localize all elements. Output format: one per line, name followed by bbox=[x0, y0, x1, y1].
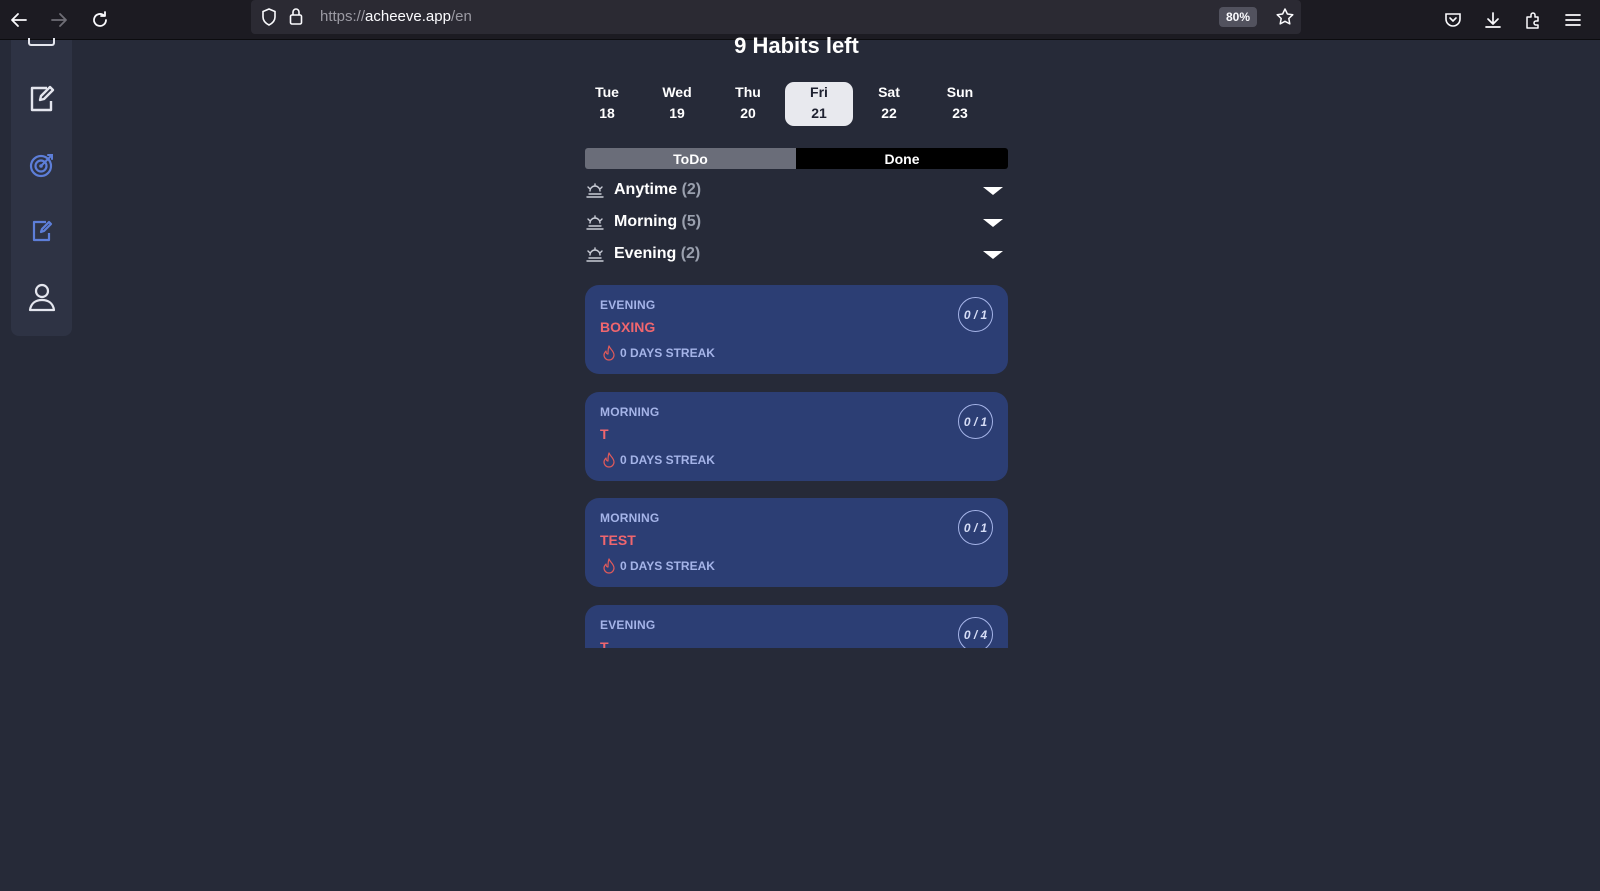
progress-counter[interactable]: 0 / 1 bbox=[958, 297, 993, 332]
sunrise-icon bbox=[586, 215, 604, 230]
pocket-button[interactable] bbox=[1439, 6, 1467, 34]
day-wed[interactable]: Wed 19 bbox=[643, 82, 711, 126]
day-sat[interactable]: Sat 22 bbox=[855, 82, 923, 126]
arrow-left-icon bbox=[11, 13, 27, 27]
page-title: 9 Habits left bbox=[734, 33, 859, 58]
chevron-down-icon bbox=[983, 219, 1003, 227]
flame-icon bbox=[603, 345, 615, 361]
day-thu[interactable]: Thu 20 bbox=[714, 82, 782, 126]
lock-icon bbox=[289, 8, 303, 25]
back-button[interactable] bbox=[5, 6, 33, 34]
sidebar-item-profile[interactable] bbox=[25, 280, 59, 314]
habit-list: EVENING BOXING 0 DAYS STREAK 0 / 1 MORNI… bbox=[585, 285, 1008, 648]
sidebar-item-goals[interactable] bbox=[25, 148, 59, 182]
url-text: https://acheeve.app/en bbox=[320, 8, 472, 25]
sidebar-item-habits[interactable] bbox=[25, 82, 59, 116]
chevron-down-icon bbox=[983, 251, 1003, 259]
progress-counter[interactable]: 0 / 1 bbox=[958, 404, 993, 439]
day-selector: Tue 18 Wed 19 Thu 20 Fri 21 Sat 22 Sun 23 bbox=[573, 82, 996, 126]
streak-info: 0 DAYS STREAK bbox=[602, 344, 715, 362]
address-bar[interactable]: https://acheeve.app/en 80% bbox=[251, 0, 1301, 34]
edit-note-small-icon bbox=[32, 220, 53, 242]
reload-icon bbox=[93, 11, 107, 27]
flame-icon bbox=[603, 558, 615, 574]
chevron-down-icon bbox=[983, 187, 1003, 195]
group-morning[interactable]: Morning (5) bbox=[585, 211, 1008, 235]
habit-card[interactable]: EVENING T 0 / 4 bbox=[585, 605, 1008, 648]
habit-card[interactable]: MORNING T 0 DAYS STREAK 0 / 1 bbox=[585, 392, 1008, 481]
group-evening[interactable]: Evening (2) bbox=[585, 243, 1008, 267]
day-sun[interactable]: Sun 23 bbox=[926, 82, 994, 126]
puzzle-icon bbox=[1526, 12, 1539, 29]
extensions-button[interactable] bbox=[1519, 6, 1547, 34]
sidebar bbox=[11, 38, 72, 336]
arrow-right-icon bbox=[51, 13, 67, 27]
pocket-icon bbox=[1445, 13, 1461, 27]
reload-button[interactable] bbox=[86, 6, 114, 34]
habit-card[interactable]: MORNING TEST 0 DAYS STREAK 0 / 1 bbox=[585, 498, 1008, 587]
streak-info: 0 DAYS STREAK bbox=[602, 451, 715, 469]
edit-note-icon bbox=[30, 85, 55, 112]
group-anytime[interactable]: Anytime (2) bbox=[585, 179, 1008, 203]
sidebar-item-journal[interactable] bbox=[25, 214, 59, 248]
tab-done[interactable]: Done bbox=[796, 148, 1008, 169]
hamburger-menu-icon bbox=[1565, 14, 1581, 26]
day-tue[interactable]: Tue 18 bbox=[573, 82, 641, 126]
progress-counter[interactable]: 0 / 4 bbox=[958, 617, 993, 648]
forward-button[interactable] bbox=[45, 6, 73, 34]
target-icon bbox=[29, 154, 53, 178]
star-icon[interactable] bbox=[1275, 7, 1295, 27]
tab-todo[interactable]: ToDo bbox=[585, 148, 796, 169]
progress-counter[interactable]: 0 / 1 bbox=[958, 510, 993, 545]
shield-icon bbox=[262, 8, 276, 26]
streak-info: 0 DAYS STREAK bbox=[602, 557, 715, 575]
flame-icon bbox=[603, 452, 615, 468]
habit-card[interactable]: EVENING BOXING 0 DAYS STREAK 0 / 1 bbox=[585, 285, 1008, 374]
todo-done-toggle: ToDo Done bbox=[585, 148, 1008, 169]
cut-off-nav-icon[interactable] bbox=[28, 38, 55, 46]
zoom-level[interactable]: 80% bbox=[1219, 7, 1258, 27]
day-fri-selected[interactable]: Fri 21 bbox=[785, 82, 853, 126]
menu-button[interactable] bbox=[1559, 6, 1587, 34]
user-icon bbox=[28, 283, 56, 312]
sunrise-icon bbox=[586, 183, 604, 198]
downloads-button[interactable] bbox=[1479, 6, 1507, 34]
download-icon bbox=[1485, 12, 1501, 28]
sunset-icon bbox=[586, 247, 604, 262]
